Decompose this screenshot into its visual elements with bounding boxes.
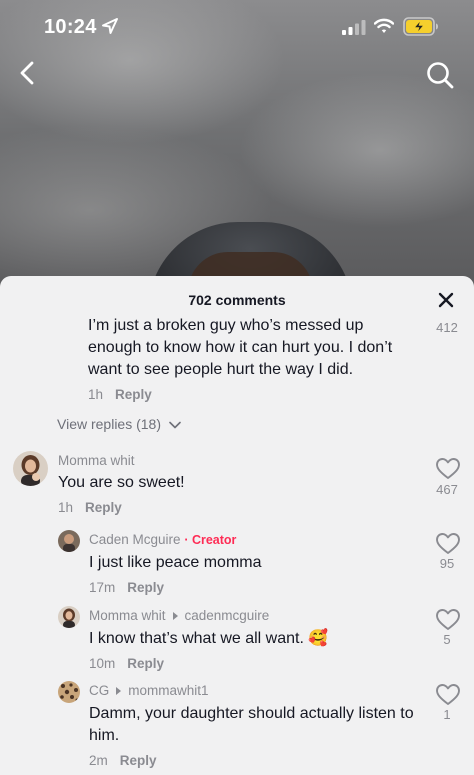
wifi-icon [374,18,394,33]
top-comment-meta: 1h Reply [88,387,152,402]
comment-meta: 1h Reply [58,500,122,515]
status-bar: 10:24 [0,0,474,56]
reply-text: I know that’s what we all want. 🥰 [89,630,329,647]
avatar[interactable] [58,681,80,703]
reply-author-line: Caden Mcguire · Creator [89,532,236,547]
heart-icon[interactable] [435,683,461,707]
comment-reply-button[interactable]: Reply [85,500,122,515]
reply-to-user[interactable]: mommawhit1 [128,683,208,698]
reply-text: Damm, your daughter should actually list… [89,705,414,744]
top-comment-like-count: 412 [436,320,458,335]
avatar-momma-whit [13,451,48,486]
comment-count-title: 702 comments [188,292,286,308]
reply-author[interactable]: CG [89,683,109,698]
heart-icon[interactable] [435,457,461,481]
top-comment-text: I’m just a broken guy who’s messed up en… [88,317,393,378]
reply-button[interactable]: Reply [127,580,164,595]
comment-age: 1h [58,500,74,515]
reply-like-count: 95 [439,556,455,571]
reply-to-user[interactable]: cadenmcguire [185,608,270,623]
avatar[interactable] [58,606,80,628]
back-chevron-icon[interactable] [14,58,40,88]
search-icon[interactable] [424,59,456,91]
reply-button[interactable]: Reply [120,753,157,768]
avatar-caden-mcguire [58,530,80,552]
reply-age: 17m [89,580,116,595]
reply-age: 10m [89,656,116,671]
location-arrow-icon [102,18,118,34]
reply-to-arrow-icon [172,611,178,620]
avatar-momma-whit-small [58,606,80,628]
top-comment-reply-button[interactable]: Reply [115,387,152,402]
reply-text: I just like peace momma [89,554,262,571]
reply-author-line: Momma whit cadenmcguire [89,608,269,623]
chevron-down-icon [169,421,181,429]
reply-like-count: 1 [443,707,451,722]
comment-like-count: 467 [436,482,458,497]
comment-author[interactable]: Momma whit [58,453,135,468]
reply-author[interactable]: Caden Mcguire [89,532,181,547]
reply-author-line: CG mommawhit1 [89,683,209,698]
top-comment-age: 1h [88,387,104,402]
cellular-signal-icon [342,20,366,35]
reply-to-arrow-icon [116,686,122,695]
heart-icon[interactable] [435,532,461,556]
avatar[interactable] [13,451,48,486]
heart-icon[interactable] [435,608,461,632]
comment-text: You are so sweet! [58,474,185,491]
status-time: 10:24 [44,16,97,38]
reply-meta: 17m Reply [89,580,164,595]
view-replies-button[interactable]: View replies (18) [57,416,181,432]
reply-meta: 2m Reply [89,753,157,768]
reply-button[interactable]: Reply [127,656,164,671]
reply-meta: 10m Reply [89,656,164,671]
reply-author[interactable]: Momma whit [89,608,166,623]
view-replies-label: View replies (18) [57,416,162,432]
reply-age: 2m [89,753,108,768]
comments-sheet: 702 comments I’m just a broken guy who’s… [0,276,474,775]
avatar[interactable] [58,530,80,552]
avatar-cg-leopard [58,681,80,703]
battery-charging-icon [403,17,438,36]
comments-header: 702 comments [0,276,474,320]
creator-badge: · Creator [184,533,237,547]
reply-like-count: 5 [443,632,451,647]
close-icon[interactable] [434,288,458,312]
